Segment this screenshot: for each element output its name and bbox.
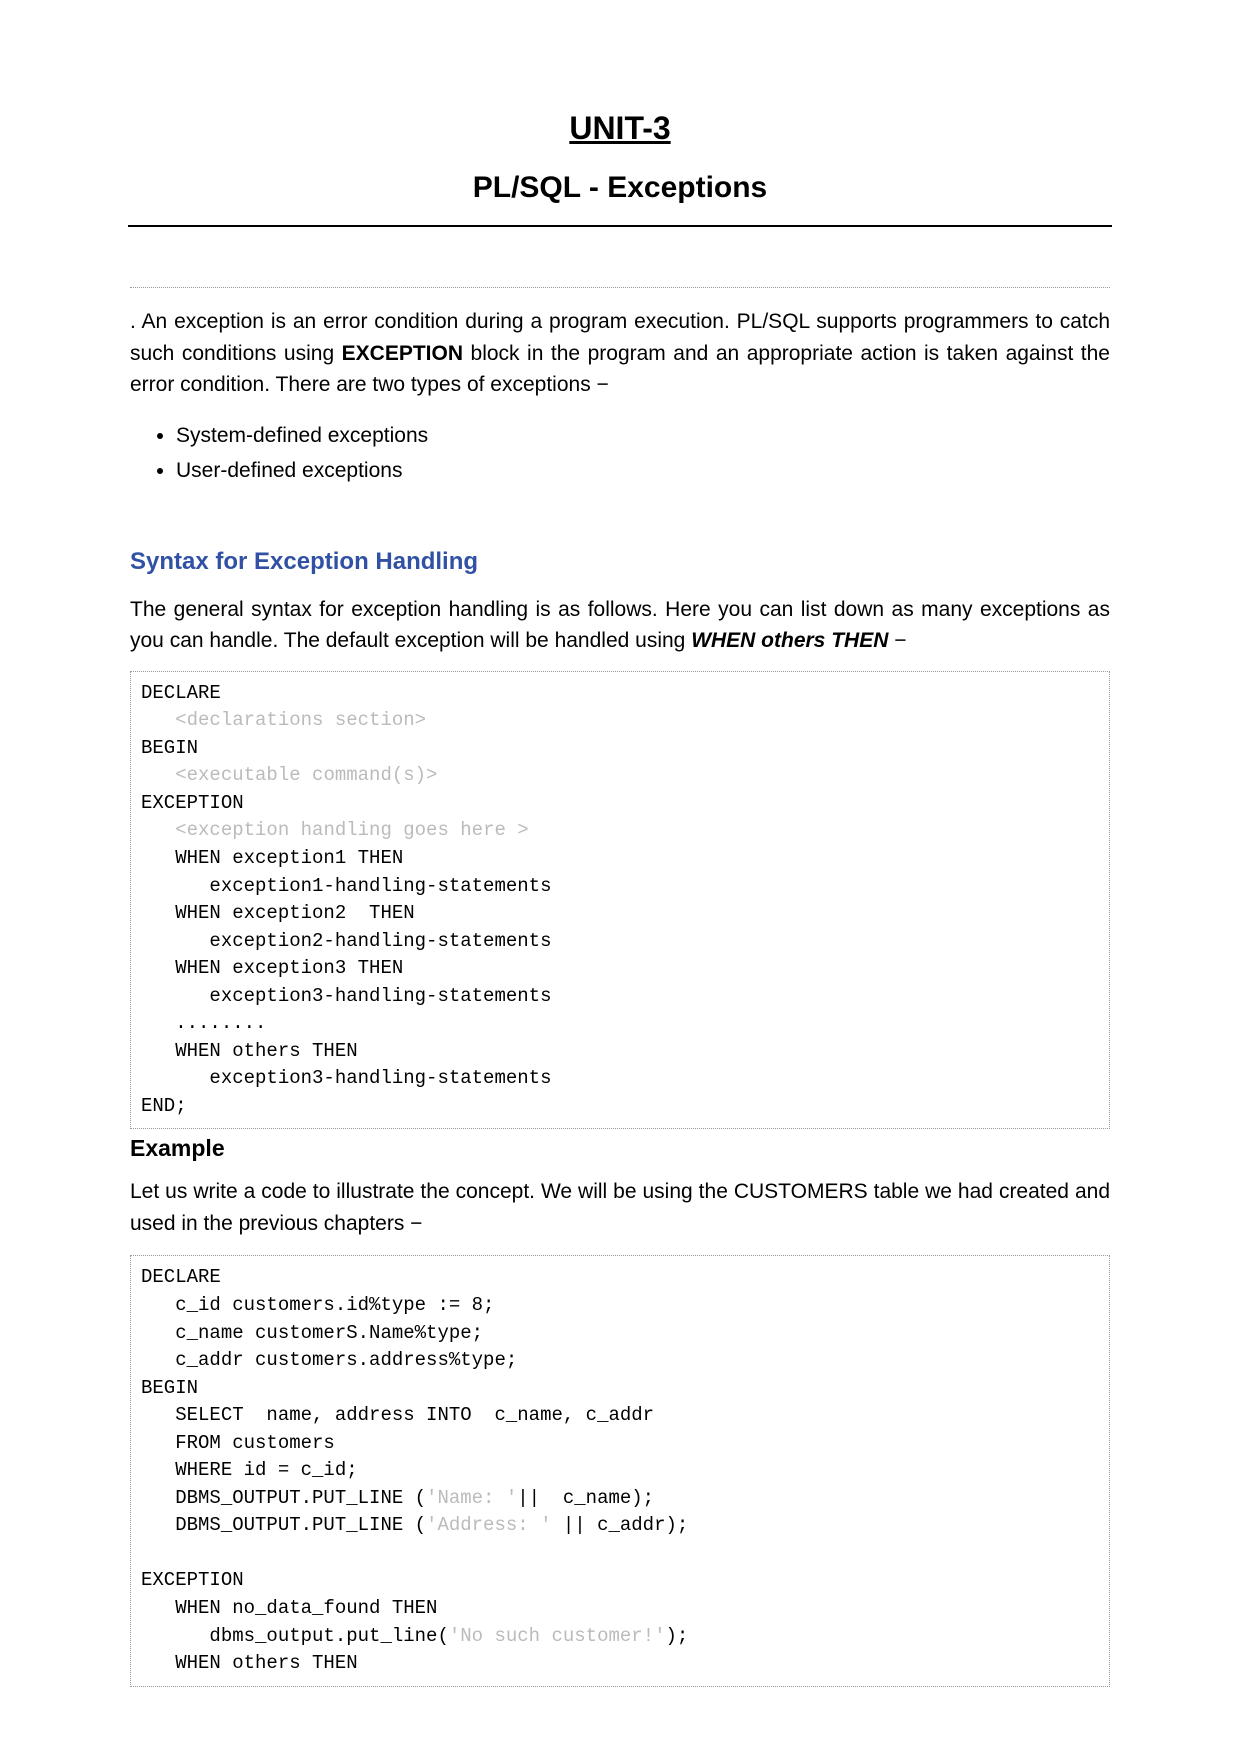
dotted-divider — [130, 287, 1110, 288]
syntax-para-suffix: − — [888, 629, 906, 652]
unit-heading: UNIT-3 — [130, 110, 1110, 171]
code-string: 'No such customer!' — [449, 1625, 666, 1647]
code-string: 'Address: ' — [426, 1514, 551, 1536]
horizontal-rule — [128, 225, 1112, 227]
code-text: DECLARE c_id customers.id%type := 8; c_n… — [141, 1266, 666, 1508]
syntax-para-prefix: The general syntax for exception handlin… — [130, 598, 1110, 653]
code-placeholder: <declarations section> — [175, 709, 426, 731]
list-item: User-defined exceptions — [176, 454, 1110, 488]
exception-types-list: System-defined exceptions User-defined e… — [176, 419, 1110, 488]
code-text: WHEN exception1 THEN exception1-handling… — [141, 819, 574, 1116]
intro-bold: EXCEPTION — [342, 342, 463, 365]
syntax-paragraph: The general syntax for exception handlin… — [130, 594, 1110, 657]
intro-paragraph: . An exception is an error condition dur… — [130, 306, 1110, 401]
code-placeholder: <exception handling goes here > — [175, 819, 528, 841]
syntax-code-block: DECLARE <declarations section> BEGIN <ex… — [130, 671, 1110, 1130]
document-title: PL/SQL - Exceptions — [130, 171, 1110, 225]
example-heading: Example — [130, 1135, 1110, 1162]
list-item: System-defined exceptions — [176, 419, 1110, 453]
example-paragraph: Let us write a code to illustrate the co… — [130, 1176, 1110, 1239]
page-container: UNIT-3 PL/SQL - Exceptions . An exceptio… — [0, 0, 1240, 1751]
syntax-para-emphasis: WHEN others THEN — [691, 629, 888, 652]
syntax-heading: Syntax for Exception Handling — [130, 548, 1110, 576]
code-placeholder: <executable command(s)> — [175, 764, 437, 786]
example-code-block: DECLARE c_id customers.id%type := 8; c_n… — [130, 1255, 1110, 1686]
code-string: 'Name: ' — [426, 1487, 517, 1509]
